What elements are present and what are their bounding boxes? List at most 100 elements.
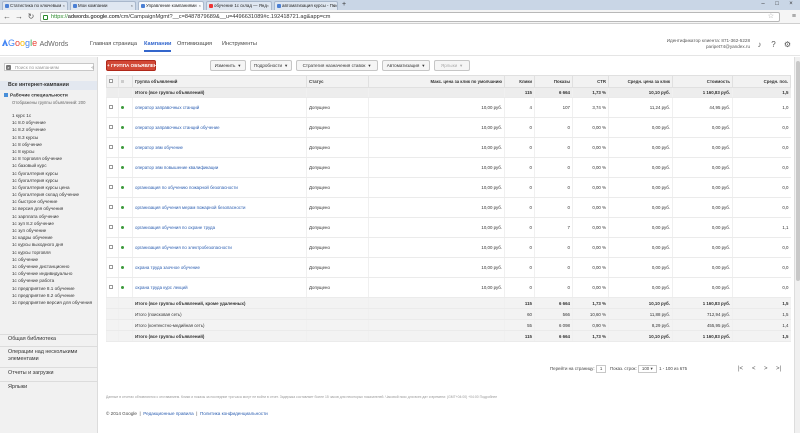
enabled-status-icon[interactable] <box>121 226 124 229</box>
status-dot-cell[interactable] <box>118 177 133 198</box>
nav-campaigns[interactable]: Кампании <box>144 41 172 52</box>
sidebar-ad-group-item[interactable]: 1с кадры обучение <box>12 234 96 241</box>
row-checkbox[interactable] <box>109 285 113 289</box>
row-checkbox-cell[interactable] <box>106 137 119 158</box>
browser-tab-active[interactable]: Управление компаниями × <box>138 1 204 10</box>
row-checkbox[interactable] <box>109 205 113 209</box>
bookmark-star-icon[interactable]: ☆ <box>768 12 774 22</box>
row-checkbox-cell[interactable] <box>106 177 119 198</box>
row-checkbox-cell[interactable] <box>106 237 119 258</box>
max-cpc-cell[interactable]: 10,00 руб. <box>368 177 505 198</box>
google-adwords-logo[interactable]: Google AdWords <box>8 38 68 48</box>
labels-link[interactable]: Ярлыки <box>8 384 94 391</box>
sidebar-ad-group-item[interactable]: 1с обучение дистанционно <box>12 263 96 270</box>
sidebar-ad-group-item[interactable]: 1с бухгалтерия склад обучение <box>12 191 96 198</box>
help-icon[interactable]: ? <box>769 40 778 49</box>
close-tab-icon[interactable]: × <box>267 2 269 10</box>
enabled-status-icon[interactable] <box>121 146 124 149</box>
maximize-icon[interactable]: □ <box>770 0 784 8</box>
minimize-icon[interactable]: – <box>756 0 770 8</box>
status-dot-cell[interactable] <box>118 157 133 178</box>
nav-optimization[interactable]: Оптимизация <box>177 41 212 47</box>
row-checkbox-cell[interactable] <box>106 257 119 278</box>
sidebar-ad-group-item[interactable]: 1с бухгалтерия курсы <box>12 170 96 177</box>
nav-home[interactable]: Главная страница <box>90 41 137 47</box>
back-icon[interactable]: ← <box>2 12 12 22</box>
privacy-policy-link[interactable]: Политика конфиденциальности <box>200 411 268 416</box>
ad-group-link[interactable]: оператор эвм обучение <box>135 145 183 150</box>
sidebar-ad-group-item[interactable]: 1с предприятие версия для обучения <box>12 299 96 306</box>
row-checkbox[interactable] <box>109 225 113 229</box>
enabled-status-icon[interactable] <box>121 106 124 109</box>
scrollbar-thumb[interactable] <box>796 61 800 281</box>
row-checkbox-cell[interactable] <box>106 117 119 138</box>
sidebar-ad-group-item[interactable]: 1с бухгалтерия курсы <box>12 177 96 184</box>
col-avg-pos[interactable]: Средн. поз. <box>732 75 791 88</box>
sidebar-ad-group-item[interactable]: 1с курсы торговля <box>12 249 96 256</box>
browser-tab[interactable]: Статистика по ключевым × <box>2 1 68 10</box>
new-tab-button[interactable]: + <box>340 1 348 9</box>
select-all-header[interactable] <box>106 75 119 88</box>
sidebar-ad-group-item[interactable]: 1с быстрое обучение <box>12 198 96 205</box>
col-ctr[interactable]: CTR <box>572 75 609 88</box>
enabled-status-icon[interactable] <box>121 126 124 129</box>
sidebar-ad-group-item[interactable]: 1с обучение <box>12 256 96 263</box>
first-page-icon[interactable]: |< <box>738 364 743 374</box>
reload-icon[interactable]: ↻ <box>26 12 36 22</box>
enabled-status-icon[interactable] <box>121 246 124 249</box>
page-scrollbar[interactable] <box>794 57 800 433</box>
status-dot-cell[interactable] <box>118 237 133 258</box>
editorial-policy-link[interactable]: Редакционные правила <box>143 411 193 416</box>
close-tab-icon[interactable]: × <box>199 2 201 10</box>
row-checkbox[interactable] <box>109 105 113 109</box>
row-checkbox-cell[interactable] <box>106 157 119 178</box>
sidebar-ad-group-item[interactable]: 1с 8.2 обучение <box>12 126 96 133</box>
sidebar-ad-group-item[interactable]: 1с предприятие 8.2 обучение <box>12 292 96 299</box>
all-campaigns-link[interactable]: Все интернет-кампании <box>0 81 97 90</box>
enabled-status-icon[interactable] <box>121 206 124 209</box>
row-checkbox-cell[interactable] <box>106 197 119 218</box>
browser-menu-icon[interactable]: ≡ <box>792 12 796 22</box>
browser-tab[interactable]: автоматизация курсы - Пои × <box>274 1 338 10</box>
row-checkbox-cell[interactable] <box>106 97 119 118</box>
bid-strategy-dropdown[interactable]: Стратегия назначения ставок ▼ <box>296 60 378 71</box>
sidebar-ad-group-item[interactable]: 1с 8 обучение <box>12 141 96 148</box>
status-dot-cell[interactable] <box>118 137 133 158</box>
ad-group-link[interactable]: организация обучения мерам пожарной безо… <box>135 205 245 210</box>
browser-tab[interactable]: обучение 1с склад — Янд × <box>206 1 272 10</box>
sidebar-ad-group-item[interactable]: 1с обучение индивидуально <box>12 270 96 277</box>
max-cpc-cell[interactable]: 10,00 руб. <box>368 197 505 218</box>
status-dot-cell[interactable] <box>118 197 133 218</box>
browser-tab[interactable]: Мои компании × <box>70 1 136 10</box>
col-ad-group[interactable]: Группа объявлений <box>132 75 307 88</box>
sidebar-ad-group-item[interactable]: 1с 8.3 курсы <box>12 134 96 141</box>
max-cpc-cell[interactable]: 10,00 руб. <box>368 157 505 178</box>
row-checkbox[interactable] <box>109 265 113 269</box>
sidebar-ad-group-item[interactable]: 1с зарплата обучение <box>12 213 96 220</box>
col-impressions[interactable]: Показы <box>534 75 573 88</box>
enabled-status-icon[interactable] <box>121 266 124 269</box>
sidebar-ad-group-item[interactable]: 1с зуп обучение <box>12 227 96 234</box>
max-cpc-cell[interactable]: 10,00 руб. <box>368 97 505 118</box>
row-checkbox[interactable] <box>109 145 113 149</box>
ad-group-link[interactable]: оператор заправочных станций <box>135 105 199 110</box>
prev-page-icon[interactable]: < <box>752 364 756 374</box>
status-filter-icon[interactable] <box>121 80 124 83</box>
shared-library-link[interactable]: Общая библиотека <box>8 336 94 343</box>
close-tab-icon[interactable]: × <box>333 2 335 10</box>
add-ad-group-button[interactable]: + ГРУППА ОБЪЯВЛЕНИЙ <box>106 60 164 71</box>
nav-tools[interactable]: Инструменты <box>222 41 257 47</box>
status-dot-cell[interactable] <box>118 217 133 238</box>
row-checkbox[interactable] <box>109 125 113 129</box>
next-page-icon[interactable]: > <box>764 364 768 374</box>
status-dot-cell[interactable] <box>118 257 133 278</box>
address-bar[interactable]: https://adwords.google.com/cm/CampaignMg… <box>40 12 780 22</box>
ad-group-link[interactable]: организация обучения по охране труда <box>135 225 215 230</box>
max-cpc-cell[interactable]: 10,00 руб. <box>368 277 505 298</box>
sidebar-ad-group-item[interactable]: 1 курс 1с <box>12 112 96 119</box>
enabled-status-icon[interactable] <box>121 166 124 169</box>
sidebar-ad-group-item[interactable]: 1с 8 торговля обучение <box>12 155 96 162</box>
sidebar-ad-group-item[interactable]: 1с бухгалтерия курсы цена <box>12 184 96 191</box>
row-checkbox[interactable] <box>109 245 113 249</box>
close-tab-icon[interactable]: × <box>131 2 133 10</box>
